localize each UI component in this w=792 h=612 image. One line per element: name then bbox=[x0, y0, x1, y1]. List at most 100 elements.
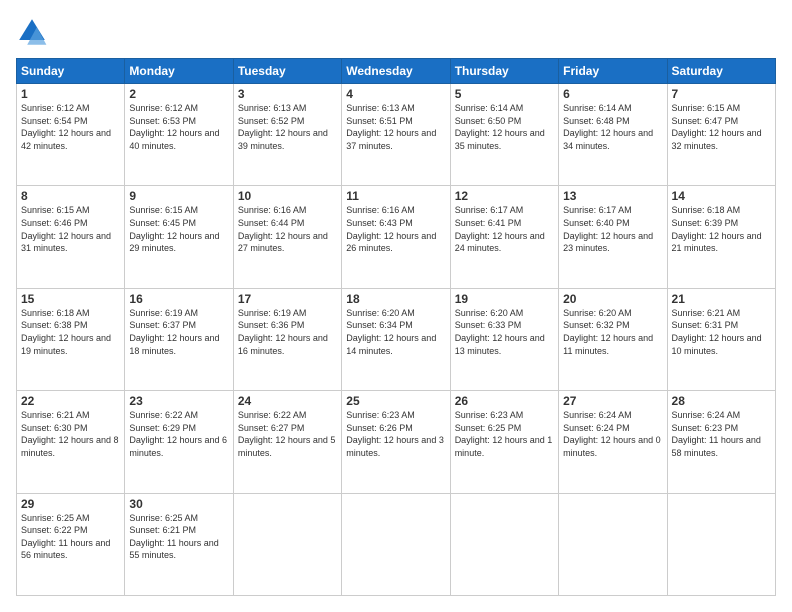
calendar-cell: 23 Sunrise: 6:22 AMSunset: 6:29 PMDayligh… bbox=[125, 391, 233, 493]
day-info: Sunrise: 6:16 AMSunset: 6:44 PMDaylight:… bbox=[238, 205, 328, 253]
day-info: Sunrise: 6:24 AMSunset: 6:23 PMDaylight:… bbox=[672, 410, 761, 458]
day-number: 13 bbox=[563, 189, 662, 203]
day-number: 17 bbox=[238, 292, 337, 306]
col-header-saturday: Saturday bbox=[667, 59, 775, 84]
col-header-sunday: Sunday bbox=[17, 59, 125, 84]
col-header-thursday: Thursday bbox=[450, 59, 558, 84]
calendar-cell: 22Sunrise: 6:21 AMSunset: 6:30 PMDayligh… bbox=[17, 391, 125, 493]
calendar-cell: 17 Sunrise: 6:19 AMSunset: 6:36 PMDayligh… bbox=[233, 288, 341, 390]
day-number: 30 bbox=[129, 497, 228, 511]
day-info: Sunrise: 6:20 AMSunset: 6:34 PMDaylight:… bbox=[346, 308, 436, 356]
day-number: 9 bbox=[129, 189, 228, 203]
day-number: 2 bbox=[129, 87, 228, 101]
day-info: Sunrise: 6:14 AMSunset: 6:50 PMDaylight:… bbox=[455, 103, 545, 151]
day-info: Sunrise: 6:21 AMSunset: 6:30 PMDaylight:… bbox=[21, 410, 119, 458]
day-info: Sunrise: 6:19 AMSunset: 6:36 PMDaylight:… bbox=[238, 308, 328, 356]
calendar-cell: 15 Sunrise: 6:18 AMSunset: 6:38 PMDayligh… bbox=[17, 288, 125, 390]
day-number: 4 bbox=[346, 87, 445, 101]
day-number: 20 bbox=[563, 292, 662, 306]
day-info: Sunrise: 6:24 AMSunset: 6:24 PMDaylight:… bbox=[563, 410, 661, 458]
day-number: 21 bbox=[672, 292, 771, 306]
day-info: Sunrise: 6:12 AMSunset: 6:53 PMDaylight:… bbox=[129, 103, 219, 151]
day-number: 26 bbox=[455, 394, 554, 408]
day-info: Sunrise: 6:20 AMSunset: 6:32 PMDaylight:… bbox=[563, 308, 653, 356]
calendar-cell: 25 Sunrise: 6:23 AMSunset: 6:26 PMDayligh… bbox=[342, 391, 450, 493]
calendar-cell: 7 Sunrise: 6:15 AMSunset: 6:47 PMDaylight… bbox=[667, 84, 775, 186]
calendar-cell: 5 Sunrise: 6:14 AMSunset: 6:50 PMDaylight… bbox=[450, 84, 558, 186]
calendar-week-row: 15 Sunrise: 6:18 AMSunset: 6:38 PMDayligh… bbox=[17, 288, 776, 390]
calendar-week-row: 1Sunrise: 6:12 AMSunset: 6:54 PMDaylight… bbox=[17, 84, 776, 186]
day-info: Sunrise: 6:17 AMSunset: 6:41 PMDaylight:… bbox=[455, 205, 545, 253]
day-info: Sunrise: 6:13 AMSunset: 6:51 PMDaylight:… bbox=[346, 103, 436, 151]
calendar-cell bbox=[450, 493, 558, 595]
logo-icon bbox=[16, 16, 48, 48]
col-header-friday: Friday bbox=[559, 59, 667, 84]
logo bbox=[16, 16, 52, 48]
calendar-cell: 26 Sunrise: 6:23 AMSunset: 6:25 PMDayligh… bbox=[450, 391, 558, 493]
day-number: 24 bbox=[238, 394, 337, 408]
calendar-cell: 27Sunrise: 6:24 AMSunset: 6:24 PMDayligh… bbox=[559, 391, 667, 493]
day-number: 5 bbox=[455, 87, 554, 101]
day-info: Sunrise: 6:14 AMSunset: 6:48 PMDaylight:… bbox=[563, 103, 653, 151]
calendar-cell: 10Sunrise: 6:16 AMSunset: 6:44 PMDayligh… bbox=[233, 186, 341, 288]
day-info: Sunrise: 6:12 AMSunset: 6:54 PMDaylight:… bbox=[21, 103, 111, 151]
day-info: Sunrise: 6:20 AMSunset: 6:33 PMDaylight:… bbox=[455, 308, 545, 356]
calendar-cell: 12 Sunrise: 6:17 AMSunset: 6:41 PMDayligh… bbox=[450, 186, 558, 288]
calendar-cell: 20 Sunrise: 6:20 AMSunset: 6:32 PMDayligh… bbox=[559, 288, 667, 390]
day-number: 14 bbox=[672, 189, 771, 203]
day-number: 6 bbox=[563, 87, 662, 101]
day-number: 8 bbox=[21, 189, 120, 203]
day-info: Sunrise: 6:25 AMSunset: 6:22 PMDaylight:… bbox=[21, 513, 110, 561]
calendar-cell: 9 Sunrise: 6:15 AMSunset: 6:45 PMDaylight… bbox=[125, 186, 233, 288]
calendar-cell: 30 Sunrise: 6:25 AMSunset: 6:21 PMDayligh… bbox=[125, 493, 233, 595]
day-info: Sunrise: 6:13 AMSunset: 6:52 PMDaylight:… bbox=[238, 103, 328, 151]
day-number: 19 bbox=[455, 292, 554, 306]
day-number: 29 bbox=[21, 497, 120, 511]
day-info: Sunrise: 6:25 AMSunset: 6:21 PMDaylight:… bbox=[129, 513, 218, 561]
day-number: 15 bbox=[21, 292, 120, 306]
day-info: Sunrise: 6:19 AMSunset: 6:37 PMDaylight:… bbox=[129, 308, 219, 356]
col-header-wednesday: Wednesday bbox=[342, 59, 450, 84]
day-info: Sunrise: 6:22 AMSunset: 6:27 PMDaylight:… bbox=[238, 410, 336, 458]
day-number: 23 bbox=[129, 394, 228, 408]
calendar-cell: 11 Sunrise: 6:16 AMSunset: 6:43 PMDayligh… bbox=[342, 186, 450, 288]
calendar-table: SundayMondayTuesdayWednesdayThursdayFrid… bbox=[16, 58, 776, 596]
calendar-cell bbox=[233, 493, 341, 595]
calendar-cell: 19 Sunrise: 6:20 AMSunset: 6:33 PMDayligh… bbox=[450, 288, 558, 390]
calendar-week-row: 29 Sunrise: 6:25 AMSunset: 6:22 PMDayligh… bbox=[17, 493, 776, 595]
day-number: 11 bbox=[346, 189, 445, 203]
day-info: Sunrise: 6:21 AMSunset: 6:31 PMDaylight:… bbox=[672, 308, 762, 356]
calendar-cell: 18 Sunrise: 6:20 AMSunset: 6:34 PMDayligh… bbox=[342, 288, 450, 390]
calendar-week-row: 22Sunrise: 6:21 AMSunset: 6:30 PMDayligh… bbox=[17, 391, 776, 493]
day-info: Sunrise: 6:15 AMSunset: 6:46 PMDaylight:… bbox=[21, 205, 111, 253]
day-info: Sunrise: 6:23 AMSunset: 6:26 PMDaylight:… bbox=[346, 410, 444, 458]
day-info: Sunrise: 6:16 AMSunset: 6:43 PMDaylight:… bbox=[346, 205, 436, 253]
day-number: 25 bbox=[346, 394, 445, 408]
calendar-cell: 16Sunrise: 6:19 AMSunset: 6:37 PMDayligh… bbox=[125, 288, 233, 390]
day-info: Sunrise: 6:15 AMSunset: 6:47 PMDaylight:… bbox=[672, 103, 762, 151]
calendar-cell: 8 Sunrise: 6:15 AMSunset: 6:46 PMDaylight… bbox=[17, 186, 125, 288]
calendar-cell: 4 Sunrise: 6:13 AMSunset: 6:51 PMDaylight… bbox=[342, 84, 450, 186]
calendar-cell: 28 Sunrise: 6:24 AMSunset: 6:23 PMDayligh… bbox=[667, 391, 775, 493]
calendar-header-row: SundayMondayTuesdayWednesdayThursdayFrid… bbox=[17, 59, 776, 84]
day-info: Sunrise: 6:23 AMSunset: 6:25 PMDaylight:… bbox=[455, 410, 553, 458]
calendar-week-row: 8 Sunrise: 6:15 AMSunset: 6:46 PMDaylight… bbox=[17, 186, 776, 288]
col-header-monday: Monday bbox=[125, 59, 233, 84]
day-info: Sunrise: 6:18 AMSunset: 6:39 PMDaylight:… bbox=[672, 205, 762, 253]
calendar-cell bbox=[667, 493, 775, 595]
day-info: Sunrise: 6:22 AMSunset: 6:29 PMDaylight:… bbox=[129, 410, 227, 458]
calendar-cell bbox=[559, 493, 667, 595]
day-info: Sunrise: 6:15 AMSunset: 6:45 PMDaylight:… bbox=[129, 205, 219, 253]
calendar-cell: 6 Sunrise: 6:14 AMSunset: 6:48 PMDaylight… bbox=[559, 84, 667, 186]
day-number: 28 bbox=[672, 394, 771, 408]
day-number: 7 bbox=[672, 87, 771, 101]
day-number: 18 bbox=[346, 292, 445, 306]
day-number: 12 bbox=[455, 189, 554, 203]
calendar-cell: 1Sunrise: 6:12 AMSunset: 6:54 PMDaylight… bbox=[17, 84, 125, 186]
calendar-cell: 29 Sunrise: 6:25 AMSunset: 6:22 PMDayligh… bbox=[17, 493, 125, 595]
calendar-cell: 2 Sunrise: 6:12 AMSunset: 6:53 PMDaylight… bbox=[125, 84, 233, 186]
day-info: Sunrise: 6:18 AMSunset: 6:38 PMDaylight:… bbox=[21, 308, 111, 356]
page: SundayMondayTuesdayWednesdayThursdayFrid… bbox=[0, 0, 792, 612]
col-header-tuesday: Tuesday bbox=[233, 59, 341, 84]
day-info: Sunrise: 6:17 AMSunset: 6:40 PMDaylight:… bbox=[563, 205, 653, 253]
